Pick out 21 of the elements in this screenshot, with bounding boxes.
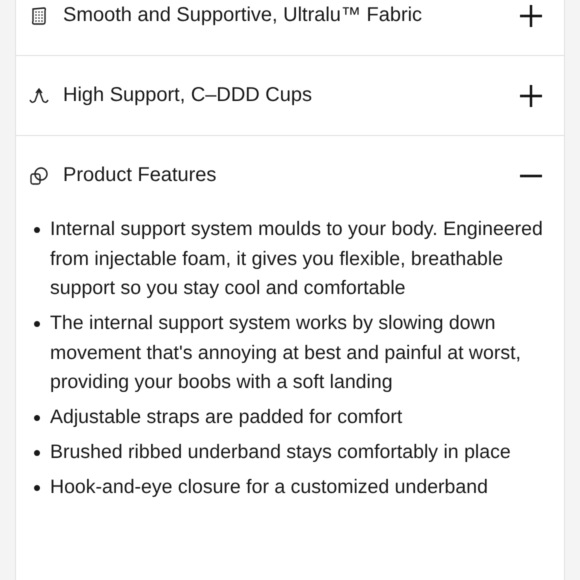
fabric-icon [29,6,49,26]
overlap-shapes-icon [29,166,49,186]
accordion-header[interactable]: High Support, C–DDD Cups [16,56,564,135]
feature-text: Adjustable straps are padded for comfort [50,405,404,430]
bullet-icon [34,415,40,421]
accordion-header[interactable]: Product Features [16,136,564,215]
up-arrow-icon [29,86,49,106]
section-title: High Support, C–DDD Cups [63,84,313,107]
bullet-icon [34,450,40,456]
section-title: Smooth and Supportive, Ultralu™ Fabric [63,4,424,27]
accordion-header[interactable]: Smooth and Supportive, Ultralu™ Fabric [16,0,564,55]
expand-icon[interactable] [520,4,542,26]
feature-text: Brushed ribbed underband stays comfortably in place [50,440,512,465]
section-title: Product Features [63,164,218,187]
feature-text: The internal support system works by slowing down movement that's annoying at best and painful at worst, providing your boobs with a soft landing [50,311,522,395]
feature-text: Hook-and-eye closure for a customized underband [50,475,489,500]
expand-icon[interactable] [520,84,542,106]
bullet-icon [34,227,40,233]
bullet-icon [34,485,40,491]
bullet-icon [34,321,40,327]
feature-text: Internal support system moulds to your body. Engineered from injectable foam, it gives you flexible, breathable support so you stay cool and comfortable [50,217,544,301]
